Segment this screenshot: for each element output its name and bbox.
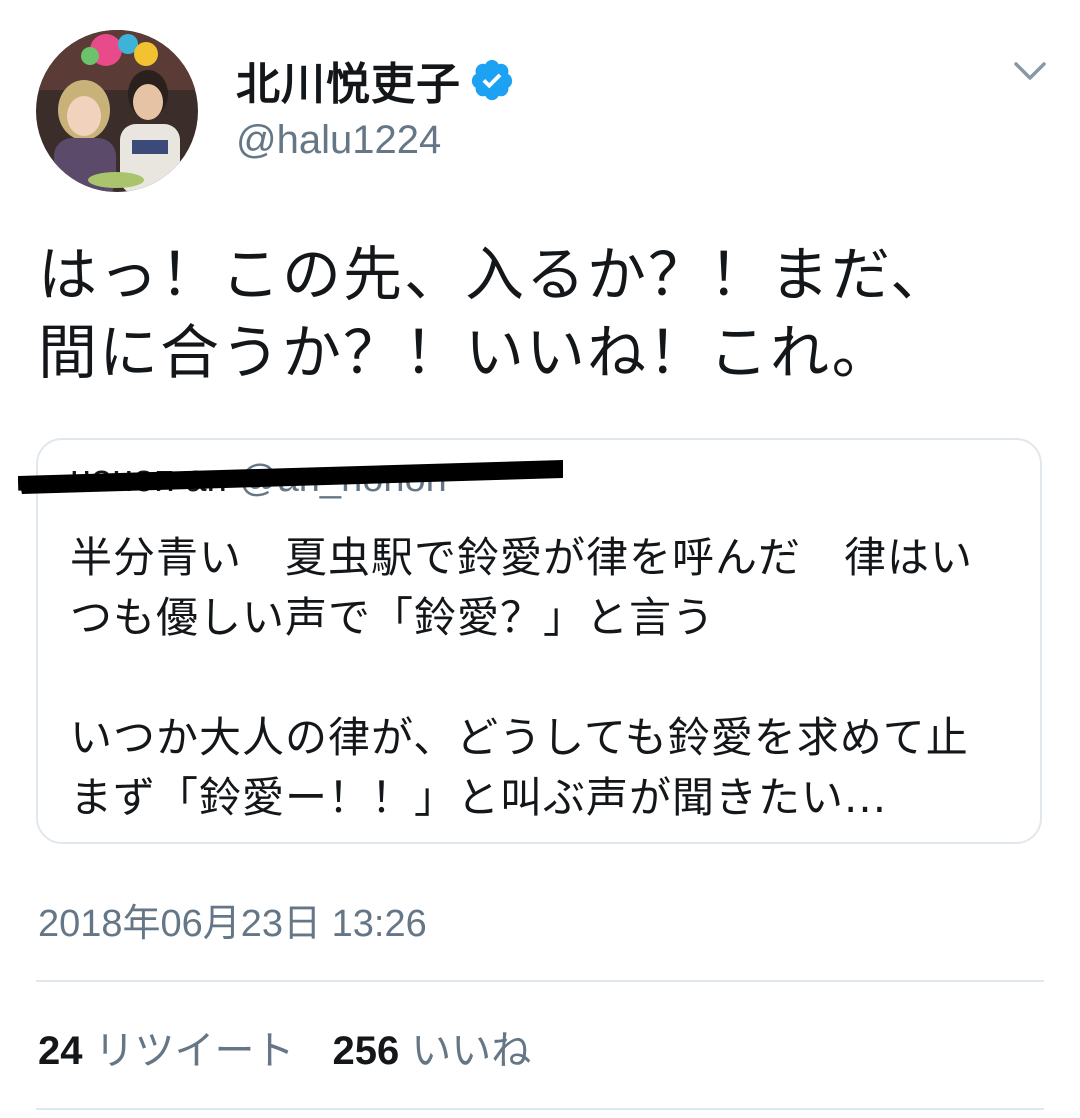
- verified-badge-icon: [471, 59, 513, 101]
- redaction-bar: [18, 460, 563, 494]
- tweet-stats: 24 リツイート 256 いいね: [38, 1018, 569, 1076]
- author-name-row[interactable]: 北川悦吏子: [236, 52, 515, 110]
- tweet-text: はっ！この先、入るか？！まだ、 間に合うか？！いいね！これ。: [38, 240, 952, 387]
- chevron-down-icon[interactable]: [1008, 54, 1052, 90]
- quoted-tweet-card[interactable]: ноноп ап@an_nonon 半分青い 夏虫駅で鈴愛が律を呼んだ 律はい …: [36, 438, 1042, 844]
- retweets-label: リツイート: [94, 1028, 295, 1074]
- retweets-stat[interactable]: 24 リツイート: [38, 1018, 295, 1076]
- likes-stat[interactable]: 256 いいね: [333, 1018, 532, 1076]
- retweets-count: 24: [38, 1029, 83, 1073]
- tweet-detail: 北川悦吏子 @halu1224 はっ！この先、入るか？！まだ、 間に合うか？！い…: [0, 0, 1080, 1118]
- likes-count: 256: [332, 1029, 400, 1073]
- divider: [36, 1108, 1044, 1110]
- author-handle[interactable]: @halu1224: [236, 118, 441, 163]
- avatar-photo: [36, 30, 198, 192]
- display-name[interactable]: 北川悦吏子: [236, 48, 461, 112]
- tweet-timestamp[interactable]: 2018年06月23日 13:26: [38, 892, 427, 947]
- quoted-tweet-text: 半分青い 夏虫駅で鈴愛が律を呼んだ 律はい つも優しい声で「鈴愛？」と言う いつ…: [70, 533, 974, 822]
- likes-label: いいね: [411, 1028, 532, 1074]
- divider: [36, 980, 1044, 982]
- avatar[interactable]: [36, 30, 198, 192]
